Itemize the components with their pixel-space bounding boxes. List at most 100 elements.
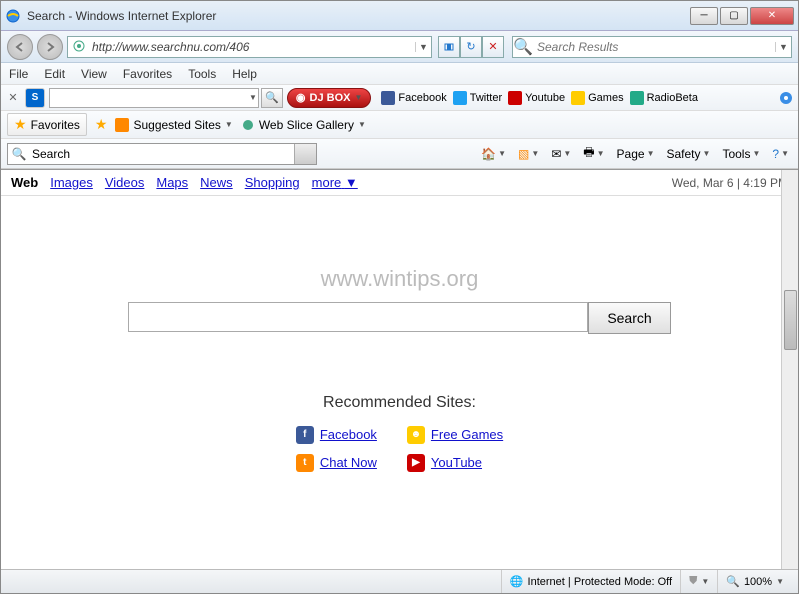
back-button[interactable] [7,34,33,60]
toolbar-search-button[interactable]: 🔍 [261,88,283,108]
menu-help[interactable]: Help [232,67,257,81]
menu-file[interactable]: File [9,67,28,81]
rec-icon: ▶ [407,454,425,472]
rec-link[interactable]: Chat Now [320,455,377,470]
search-tabs: Web Images Videos Maps News Shopping mor… [1,170,798,196]
toolbar-link-games[interactable]: Games [571,91,623,105]
tab-more[interactable]: more ▼ [312,175,358,190]
page-search-box[interactable]: 🔍 [7,143,317,165]
toolbar-logo-icon[interactable]: S [25,88,45,108]
close-toolbar-button[interactable]: ✕ [5,91,21,104]
menu-edit[interactable]: Edit [44,67,65,81]
toolbar-search-input[interactable] [49,88,259,108]
nav-bar: ▼ ↻ ✕ 🔍 ▼ [1,31,798,63]
minimize-button[interactable]: ─ [690,7,718,25]
rec-item-free-games: ☻ Free Games [407,426,503,444]
tab-news[interactable]: News [200,175,233,190]
forward-button[interactable] [37,34,63,60]
search-icon: 🔍 [8,147,30,161]
tools-menu-button[interactable]: Tools▼ [719,145,763,163]
webslice-icon [241,118,255,132]
mail-button[interactable]: ✉▼ [548,145,574,163]
web-slice-button[interactable]: Web Slice Gallery ▼ [241,118,366,132]
rec-icon: ☻ [407,426,425,444]
home-button[interactable]: 🏠▼ [478,145,509,163]
tab-web[interactable]: Web [11,175,38,190]
favorites-button[interactable]: ★ Favorites [7,113,87,136]
recommended-title: Recommended Sites: [61,394,738,412]
scroll-thumb[interactable] [784,290,797,350]
add-favorite-icon[interactable]: ★ [95,116,108,133]
address-input[interactable] [92,40,415,54]
link-icon [453,91,467,105]
globe-icon: 🌐 [510,575,524,588]
page-search-input[interactable] [30,147,294,161]
link-icon [571,91,585,105]
command-bar: 🔍 🏠▼ ▧▼ ✉▼ 🖶▼ Page▼ Safety▼ Tools▼ ?▼ [1,139,798,169]
toolbar-link-twitter[interactable]: Twitter [453,91,502,105]
help-button[interactable]: ?▼ [769,145,792,163]
vertical-scrollbar[interactable] [781,170,798,569]
rec-link[interactable]: Free Games [431,427,503,442]
page-menu-button[interactable]: Page▼ [614,145,658,163]
window-title: Search - Windows Internet Explorer [27,9,690,23]
content-area: Web Images Videos Maps News Shopping mor… [1,169,798,569]
main-search-button[interactable]: Search [588,302,670,334]
page-search-go[interactable] [294,144,316,164]
close-button[interactable]: ✕ [750,7,794,25]
address-bar[interactable]: ▼ [67,36,432,58]
zone-indicator[interactable]: 🌐 Internet | Protected Mode: Off [501,570,680,593]
rec-icon: t [296,454,314,472]
toolbar-link-youtube[interactable]: Youtube [508,91,565,105]
status-bar: 🌐 Internet | Protected Mode: Off ⛊▼ 🔍 10… [1,569,798,593]
page-icon [72,39,88,55]
addon-toolbar: ✕ S ▼ 🔍 ◉ DJ BOX ▼ Facebook Twitter Youtub… [1,85,798,111]
rec-icon: f [296,426,314,444]
rec-item-chat-now: t Chat Now [296,454,377,472]
menu-bar: File Edit View Favorites Tools Help [1,63,798,85]
main-search-input[interactable] [128,302,588,332]
zoom-icon: 🔍 [726,575,740,588]
suggested-sites-button[interactable]: Suggested Sites ▼ [115,118,232,132]
toolbar-search-dropdown[interactable]: ▼ [249,93,257,102]
ie-icon [5,8,21,24]
link-icon [630,91,644,105]
refresh-button[interactable]: ↻ [460,36,482,58]
tab-images[interactable]: Images [50,175,93,190]
search-dropdown[interactable]: ▼ [775,42,791,52]
zoom-control[interactable]: 🔍 100% ▼ [717,570,792,593]
help-icon: ? [772,147,779,161]
tab-shopping[interactable]: Shopping [245,175,300,190]
address-dropdown[interactable]: ▼ [415,42,431,52]
search-results-box[interactable]: 🔍 ▼ [512,36,792,58]
djbox-button[interactable]: ◉ DJ BOX ▼ [287,88,372,108]
rec-link[interactable]: YouTube [431,455,482,470]
menu-view[interactable]: View [81,67,107,81]
safety-menu-button[interactable]: Safety▼ [664,145,714,163]
favorites-bar: ★ Favorites ★ Suggested Sites ▼ Web Slic… [1,111,798,139]
datetime-label: Wed, Mar 6 | 4:19 PM [672,176,788,190]
menu-favorites[interactable]: Favorites [123,67,172,81]
rec-item-youtube: ▶ YouTube [407,454,503,472]
mail-icon: ✉ [551,147,561,161]
toolbar-settings-icon[interactable] [778,90,794,106]
feeds-button[interactable]: ▧▼ [515,145,542,163]
toolbar-link-facebook[interactable]: Facebook [381,91,446,105]
print-button[interactable]: 🖶▼ [580,141,607,166]
print-icon: 🖶 [583,143,594,164]
search-results-input[interactable] [533,40,775,54]
stop-button[interactable]: ✕ [482,36,504,58]
suggested-icon [115,118,129,132]
toolbar-link-radiobeta[interactable]: RadioBeta [630,91,698,105]
rec-link[interactable]: Facebook [320,427,377,442]
menu-tools[interactable]: Tools [188,67,216,81]
shield-icon: ⛊ [689,575,697,588]
titlebar: Search - Windows Internet Explorer ─ ▢ ✕ [1,1,798,31]
star-icon: ★ [14,116,27,133]
rss-icon: ▧ [518,147,529,161]
compat-button[interactable] [438,36,460,58]
protected-mode-toggle[interactable]: ⛊▼ [680,570,717,593]
tab-videos[interactable]: Videos [105,175,145,190]
tab-maps[interactable]: Maps [156,175,188,190]
maximize-button[interactable]: ▢ [720,7,748,25]
